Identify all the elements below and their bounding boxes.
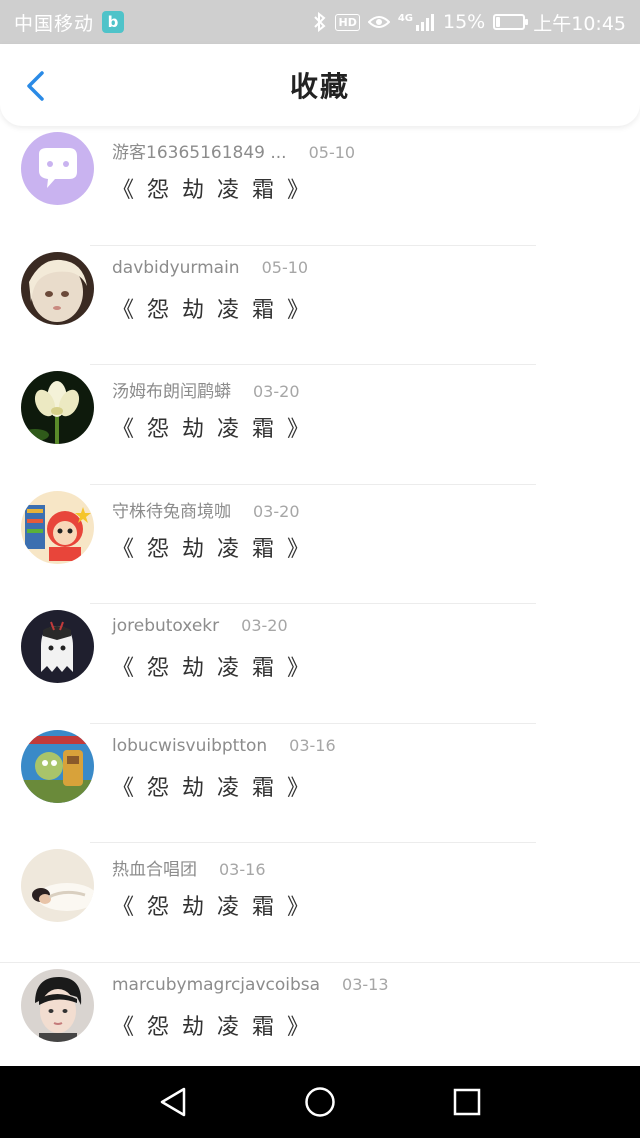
date: 03-13 [342,974,389,994]
status-right: HD 4G 15% 上午10:45 [313,9,626,36]
item-meta: 守株待兔商境咖 03-20 [112,497,300,522]
date: 05-10 [308,143,356,162]
chevron-left-icon [27,71,44,101]
avatar[interactable] [21,132,94,205]
avatar[interactable] [21,968,94,1042]
item-title[interactable]: 《 怨 劫 凌 霜 》 [112,1009,312,1041]
triangle-back-icon [161,1087,186,1117]
username: davbidyurmain [112,257,240,278]
person-avatar-icon [21,968,94,1042]
battery-icon [493,14,529,30]
network-type: 4G [397,13,413,24]
clock: 上午10:45 [533,12,626,35]
sleeping-avatar-icon [21,849,94,922]
date: 03-16 [219,860,266,879]
list-item[interactable]: davbidyurmain 05-10 《 怨 劫 凌 霜 》 [0,246,640,365]
hd-icon: HD [335,13,360,31]
app-notification-icon: b [102,11,125,33]
ghost-avatar-icon [21,610,94,683]
username: 汤姆布朗闰鹛蟒 [112,382,231,402]
date: 05-10 [261,257,309,277]
page-header: 收藏 [0,44,640,126]
nav-recents-button[interactable] [437,1072,497,1132]
item-meta: jorebutoxekr 03-20 [112,616,288,636]
list-item[interactable]: 热血合唱团 03-16 《 怨 劫 凌 霜 》 [0,843,640,963]
list-item[interactable]: 守株待兔商境咖 03-20 《 怨 劫 凌 霜 》 [0,485,640,604]
carrier-name: 中国移动 [14,12,95,35]
item-meta: 热血合唱团 03-16 [112,855,266,880]
eye-icon [367,14,390,30]
username: marcubymagrcjavcoibsa [112,974,321,995]
username: 守株待兔商境咖 [112,501,231,522]
status-bar: 中国移动 b HD 4G 15% 上午10:45 [0,0,640,44]
back-button[interactable] [18,68,52,104]
avatar[interactable] [21,490,94,564]
item-meta: 汤姆布朗闰鹛蟒 03-20 [112,377,300,402]
list-item[interactable]: 汤姆布朗闰鹛蟒 03-20 《 怨 劫 凌 霜 》 [0,365,640,485]
date: 03-20 [241,616,288,635]
avatar[interactable] [21,849,94,922]
cartoon-avatar-icon [21,490,94,564]
item-meta: davbidyurmain 05-10 [112,258,308,278]
item-title[interactable]: 《 怨 劫 凌 霜 》 [112,531,312,563]
avatar[interactable] [21,251,94,325]
game-avatar-icon [21,729,94,803]
item-title[interactable]: 《 怨 劫 凌 霜 》 [112,889,312,921]
square-recents-icon [453,1088,480,1116]
nav-home-button[interactable] [290,1072,350,1132]
username: 游客16365161849 ... [112,143,287,163]
avatar[interactable] [21,729,94,803]
list-item[interactable]: jorebutoxekr 03-20 《 怨 劫 凌 霜 》 [0,604,640,724]
doll-avatar-icon [21,251,94,325]
date: 03-20 [253,382,300,401]
item-meta: marcubymagrcjavcoibsa 03-13 [112,975,389,995]
date: 03-20 [253,501,300,521]
list-item[interactable]: lobucwisvuibptton 03-16 《 怨 劫 凌 霜 》 [0,724,640,843]
avatar[interactable] [21,371,94,444]
favorites-list: 游客16365161849 ... 05-10 《 怨 劫 凌 霜 》 davb… [0,126,640,1066]
item-title[interactable]: 《 怨 劫 凌 霜 》 [112,650,312,682]
page-title: 收藏 [289,70,350,103]
username: jorebutoxekr [112,616,220,636]
username: lobucwisvuibptton [112,735,268,756]
system-nav-bar [0,1066,640,1138]
username: 热血合唱团 [112,860,197,880]
circle-home-icon [305,1087,335,1117]
list-item[interactable]: marcubymagrcjavcoibsa 03-13 《 怨 劫 凌 霜 》 [0,963,640,1067]
item-meta: lobucwisvuibptton 03-16 [112,736,336,756]
item-title[interactable]: 《 怨 劫 凌 霜 》 [112,770,312,802]
bluetooth-icon [313,12,327,32]
item-title[interactable]: 《 怨 劫 凌 霜 》 [112,411,312,443]
battery-fill [496,17,501,27]
nav-back-button[interactable] [143,1072,203,1132]
avatar[interactable] [21,610,94,683]
item-title[interactable]: 《 怨 劫 凌 霜 》 [112,172,312,204]
chat-bubble-avatar-icon [21,132,94,205]
lotus-avatar-icon [21,371,94,444]
signal-icon: 4G [398,13,435,31]
item-meta: 游客16365161849 ... 05-10 [112,138,355,163]
battery-percent: 15% [443,11,486,33]
status-left: 中国移动 b [14,9,125,36]
date: 03-16 [289,735,336,755]
item-title[interactable]: 《 怨 劫 凌 霜 》 [112,292,312,324]
list-item[interactable]: 游客16365161849 ... 05-10 《 怨 劫 凌 霜 》 [0,126,640,246]
